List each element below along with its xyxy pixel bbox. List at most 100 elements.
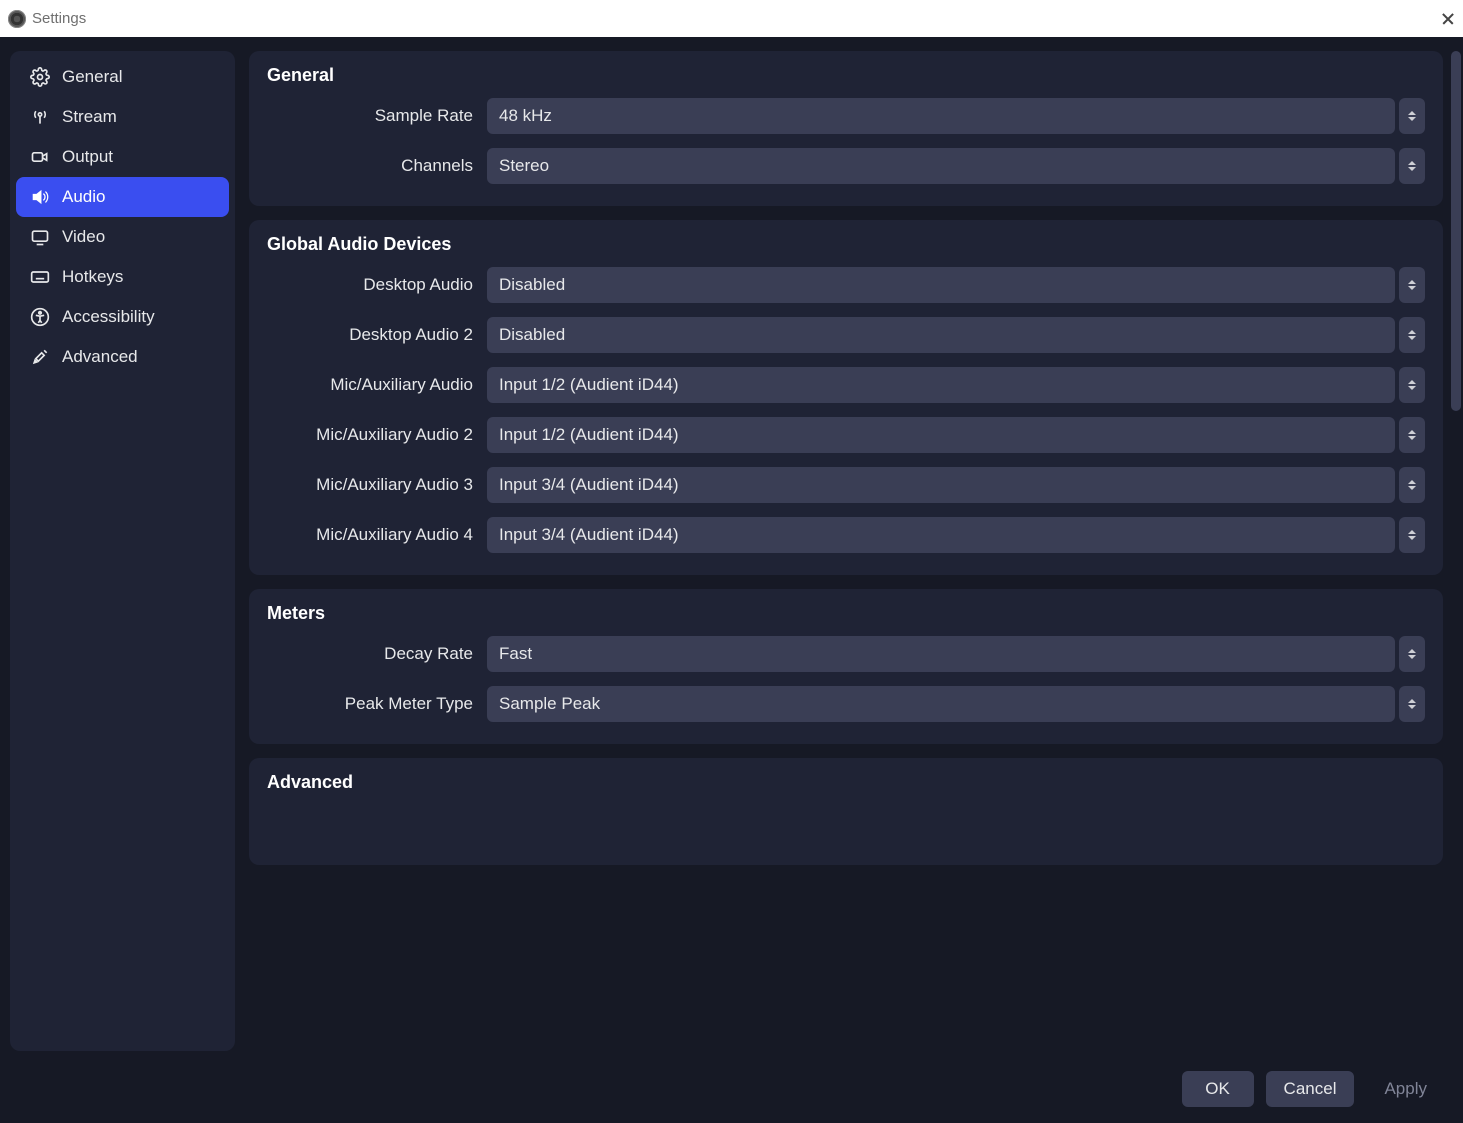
chevron-up-icon: [1408, 430, 1416, 434]
stepper-mic-aux[interactable]: [1399, 367, 1425, 403]
label-desktop-audio: Desktop Audio: [267, 275, 487, 295]
content-scrollbar[interactable]: [1449, 51, 1463, 1051]
label-mic-aux-2: Mic/Auxiliary Audio 2: [267, 425, 487, 445]
app-icon: [8, 10, 26, 28]
chevron-up-icon: [1408, 161, 1416, 165]
select-mic-aux-2[interactable]: Input 1/2 (Audient iD44): [487, 417, 1395, 453]
chevron-down-icon: [1408, 486, 1416, 490]
chevron-down-icon: [1408, 336, 1416, 340]
section-global-audio: Global Audio Devices Desktop Audio Disab…: [249, 220, 1443, 575]
sidebar-item-stream[interactable]: Stream: [16, 97, 229, 137]
row-channels: Channels Stereo: [267, 148, 1425, 184]
stepper-decay-rate[interactable]: [1399, 636, 1425, 672]
stepper-mic-aux-3[interactable]: [1399, 467, 1425, 503]
select-mic-aux[interactable]: Input 1/2 (Audient iD44): [487, 367, 1395, 403]
select-sample-rate[interactable]: 48 kHz: [487, 98, 1395, 134]
chevron-up-icon: [1408, 480, 1416, 484]
ok-button[interactable]: OK: [1182, 1071, 1254, 1107]
chevron-down-icon: [1408, 386, 1416, 390]
label-mic-aux: Mic/Auxiliary Audio: [267, 375, 487, 395]
cancel-button[interactable]: Cancel: [1266, 1071, 1355, 1107]
antenna-icon: [30, 107, 50, 127]
chevron-down-icon: [1408, 655, 1416, 659]
sidebar-item-label: Advanced: [62, 347, 138, 367]
scrollbar-thumb[interactable]: [1451, 51, 1461, 411]
close-icon[interactable]: [1441, 12, 1455, 26]
gear-icon: [30, 67, 50, 87]
stepper-mic-aux-2[interactable]: [1399, 417, 1425, 453]
camera-icon: [30, 147, 50, 167]
row-peak-meter-type: Peak Meter Type Sample Peak: [267, 686, 1425, 722]
chevron-down-icon: [1408, 536, 1416, 540]
settings-content: General Sample Rate 48 kHz Channels Ster…: [249, 51, 1445, 1051]
sidebar-item-audio[interactable]: Audio: [16, 177, 229, 217]
chevron-up-icon: [1408, 330, 1416, 334]
row-mic-aux: Mic/Auxiliary Audio Input 1/2 (Audient i…: [267, 367, 1425, 403]
chevron-down-icon: [1408, 167, 1416, 171]
select-mic-aux-3[interactable]: Input 3/4 (Audient iD44): [487, 467, 1395, 503]
label-peak-meter-type: Peak Meter Type: [267, 694, 487, 714]
apply-button[interactable]: Apply: [1366, 1071, 1445, 1107]
section-title-advanced: Advanced: [267, 772, 1425, 793]
sidebar-item-label: Video: [62, 227, 105, 247]
sidebar-item-label: Stream: [62, 107, 117, 127]
title-bar: Settings: [0, 0, 1463, 37]
sidebar-item-advanced[interactable]: Advanced: [16, 337, 229, 377]
sidebar-item-hotkeys[interactable]: Hotkeys: [16, 257, 229, 297]
row-desktop-audio: Desktop Audio Disabled: [267, 267, 1425, 303]
section-meters: Meters Decay Rate Fast Peak Meter Type S…: [249, 589, 1443, 744]
sidebar: General Stream Output Audio: [10, 51, 235, 1051]
chevron-up-icon: [1408, 649, 1416, 653]
section-advanced: Advanced: [249, 758, 1443, 865]
sidebar-item-label: General: [62, 67, 122, 87]
tools-icon: [30, 347, 50, 367]
select-desktop-audio-2[interactable]: Disabled: [487, 317, 1395, 353]
stepper-sample-rate[interactable]: [1399, 98, 1425, 134]
select-peak-meter-type[interactable]: Sample Peak: [487, 686, 1395, 722]
sidebar-item-accessibility[interactable]: Accessibility: [16, 297, 229, 337]
stepper-mic-aux-4[interactable]: [1399, 517, 1425, 553]
chevron-down-icon: [1408, 436, 1416, 440]
chevron-up-icon: [1408, 280, 1416, 284]
label-sample-rate: Sample Rate: [267, 106, 487, 126]
row-mic-aux-2: Mic/Auxiliary Audio 2 Input 1/2 (Audient…: [267, 417, 1425, 453]
select-channels[interactable]: Stereo: [487, 148, 1395, 184]
sidebar-item-label: Accessibility: [62, 307, 155, 327]
section-title-general: General: [267, 65, 1425, 86]
chevron-up-icon: [1408, 699, 1416, 703]
monitor-icon: [30, 227, 50, 247]
stepper-peak-meter-type[interactable]: [1399, 686, 1425, 722]
sidebar-item-general[interactable]: General: [16, 57, 229, 97]
section-general: General Sample Rate 48 kHz Channels Ster…: [249, 51, 1443, 206]
chevron-down-icon: [1408, 117, 1416, 121]
row-decay-rate: Decay Rate Fast: [267, 636, 1425, 672]
window-title: Settings: [32, 10, 86, 27]
sidebar-item-label: Output: [62, 147, 113, 167]
sidebar-item-video[interactable]: Video: [16, 217, 229, 257]
row-desktop-audio-2: Desktop Audio 2 Disabled: [267, 317, 1425, 353]
select-decay-rate[interactable]: Fast: [487, 636, 1395, 672]
section-title-global-audio: Global Audio Devices: [267, 234, 1425, 255]
sidebar-item-label: Hotkeys: [62, 267, 123, 287]
dialog-footer: OK Cancel Apply: [0, 1065, 1463, 1123]
sidebar-item-output[interactable]: Output: [16, 137, 229, 177]
select-desktop-audio[interactable]: Disabled: [487, 267, 1395, 303]
chevron-down-icon: [1408, 705, 1416, 709]
speaker-icon: [30, 187, 50, 207]
select-mic-aux-4[interactable]: Input 3/4 (Audient iD44): [487, 517, 1395, 553]
chevron-down-icon: [1408, 286, 1416, 290]
label-mic-aux-4: Mic/Auxiliary Audio 4: [267, 525, 487, 545]
stepper-desktop-audio[interactable]: [1399, 267, 1425, 303]
section-title-meters: Meters: [267, 603, 1425, 624]
row-mic-aux-4: Mic/Auxiliary Audio 4 Input 3/4 (Audient…: [267, 517, 1425, 553]
label-mic-aux-3: Mic/Auxiliary Audio 3: [267, 475, 487, 495]
label-channels: Channels: [267, 156, 487, 176]
row-mic-aux-3: Mic/Auxiliary Audio 3 Input 3/4 (Audient…: [267, 467, 1425, 503]
label-deskt 2: Desktop Audio 2: [267, 325, 487, 345]
row-sample-rate: Sample Rate 48 kHz: [267, 98, 1425, 134]
keyboard-icon: [30, 267, 50, 287]
accessibility-icon: [30, 307, 50, 327]
stepper-desktop-audio-2[interactable]: [1399, 317, 1425, 353]
stepper-channels[interactable]: [1399, 148, 1425, 184]
chevron-up-icon: [1408, 530, 1416, 534]
